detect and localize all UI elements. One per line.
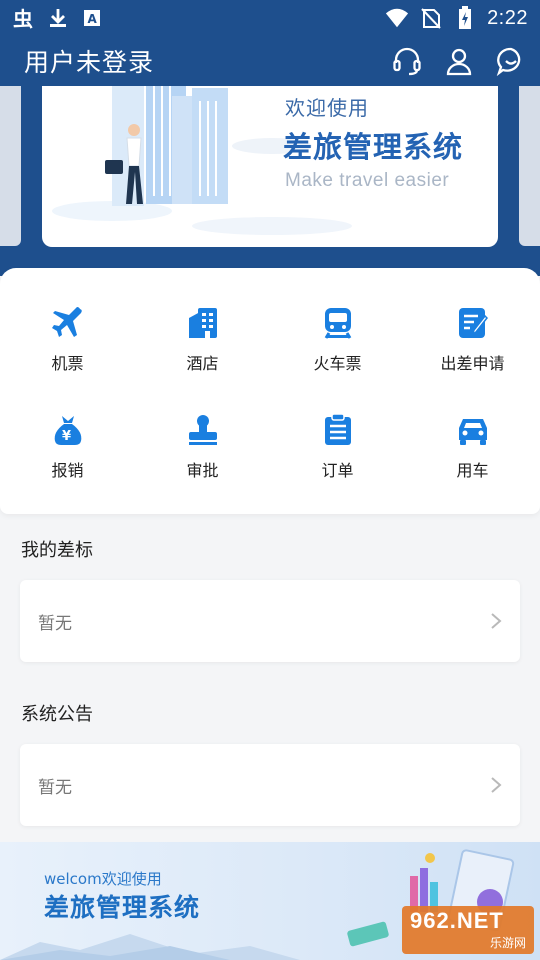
service-hotel[interactable]: 酒店 bbox=[135, 268, 270, 373]
service-grid: 机票 酒店 火车票 出差申请 ¥ 报销 审批 订单 用车 bbox=[0, 268, 540, 514]
banner-system-name: 差旅管理系统 bbox=[283, 130, 464, 164]
svg-text:¥: ¥ bbox=[62, 429, 71, 444]
travel-standard-empty: 暂无 bbox=[38, 613, 72, 634]
banner-illustration bbox=[52, 86, 352, 235]
travel-standard-card[interactable]: 暂无 bbox=[20, 580, 520, 662]
announcement-title: 系统公告 bbox=[21, 704, 93, 725]
banner-slide[interactable]: 欢迎使用 差旅管理系统 Make travel easier bbox=[42, 86, 498, 247]
service-label: 出差申请 bbox=[440, 354, 505, 373]
no-sim-icon bbox=[419, 6, 443, 30]
service-label: 火车票 bbox=[313, 354, 362, 373]
money-bag-icon: ¥ bbox=[50, 413, 86, 447]
service-approval[interactable]: 审批 bbox=[135, 375, 270, 480]
headset-icon[interactable] bbox=[392, 46, 422, 76]
status-right: 2:22 bbox=[385, 6, 528, 30]
service-car[interactable]: 用车 bbox=[405, 375, 540, 480]
watermark-logo: 962.NET 乐游网 bbox=[402, 906, 534, 954]
status-time: 2:22 bbox=[487, 6, 528, 29]
banner-carousel[interactable]: 欢迎使用 差旅管理系统 Make travel easier bbox=[0, 86, 540, 276]
service-flight[interactable]: 机票 bbox=[0, 268, 135, 373]
a-box-icon: A bbox=[80, 6, 104, 30]
service-label: 报销 bbox=[51, 461, 84, 480]
service-reimbursement[interactable]: ¥ 报销 bbox=[0, 375, 135, 480]
app-header: 用户未登录 bbox=[0, 36, 540, 86]
watermark-main: 962.NET bbox=[410, 908, 504, 933]
svg-text:A: A bbox=[88, 12, 98, 26]
stamp-icon bbox=[185, 413, 221, 447]
service-label: 审批 bbox=[186, 461, 219, 480]
chat-icon[interactable] bbox=[496, 46, 526, 76]
service-label: 订单 bbox=[321, 461, 354, 480]
status-left: 虫 A bbox=[12, 6, 104, 30]
service-orders[interactable]: 订单 bbox=[270, 375, 405, 480]
download-icon bbox=[46, 6, 70, 30]
banner-slogan: Make travel easier bbox=[285, 170, 450, 191]
app-notification-icon: 虫 bbox=[12, 6, 36, 30]
announcement-card[interactable]: 暂无 bbox=[20, 744, 520, 826]
service-train[interactable]: 火车票 bbox=[270, 268, 405, 373]
clipboard-icon bbox=[320, 413, 356, 447]
edit-document-icon bbox=[455, 306, 491, 340]
car-icon bbox=[455, 413, 491, 447]
bottom-banner-system: 差旅管理系统 bbox=[44, 893, 201, 922]
chevron-right-icon bbox=[491, 613, 502, 629]
announcement-empty: 暂无 bbox=[38, 777, 72, 798]
hotel-icon bbox=[185, 306, 221, 340]
service-trip-request[interactable]: 出差申请 bbox=[405, 268, 540, 373]
banner-prev-slide[interactable] bbox=[0, 86, 21, 246]
banner-welcome-text: 欢迎使用 bbox=[285, 96, 369, 120]
user-icon[interactable] bbox=[444, 46, 474, 76]
header-actions bbox=[392, 46, 526, 76]
status-bar: 虫 A 2:22 bbox=[0, 0, 540, 36]
page-title[interactable]: 用户未登录 bbox=[24, 43, 154, 79]
battery-charging-icon bbox=[453, 6, 477, 30]
travel-standard-title: 我的差标 bbox=[21, 540, 93, 561]
bottom-banner[interactable]: welcom欢迎使用 差旅管理系统 962.NET 乐游网 bbox=[0, 842, 540, 960]
service-label: 机票 bbox=[51, 354, 84, 373]
service-label: 酒店 bbox=[186, 354, 219, 373]
wifi-icon bbox=[385, 6, 409, 30]
chevron-right-icon bbox=[491, 777, 502, 793]
bottom-banner-welcome: welcom欢迎使用 bbox=[44, 870, 162, 888]
service-label: 用车 bbox=[456, 461, 489, 480]
svg-text:虫: 虫 bbox=[13, 7, 33, 30]
watermark-sub: 乐游网 bbox=[489, 936, 526, 950]
airplane-icon bbox=[50, 306, 86, 340]
banner-next-slide[interactable] bbox=[519, 86, 540, 246]
train-icon bbox=[320, 306, 356, 340]
